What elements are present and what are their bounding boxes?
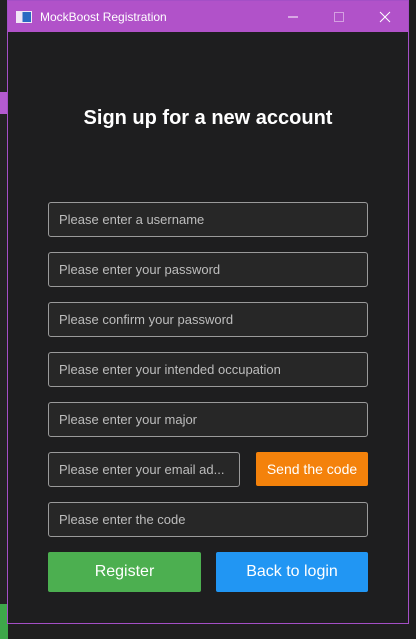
occupation-input[interactable] bbox=[48, 352, 368, 387]
send-code-button[interactable]: Send the code bbox=[256, 452, 368, 486]
close-icon bbox=[379, 11, 391, 22]
window-controls bbox=[270, 1, 408, 32]
confirm-password-input[interactable] bbox=[48, 302, 368, 337]
close-button[interactable] bbox=[362, 1, 408, 32]
username-input[interactable] bbox=[48, 202, 368, 237]
form-content: Sign up for a new account Send the code … bbox=[8, 32, 408, 623]
major-input[interactable] bbox=[48, 402, 368, 437]
password-input[interactable] bbox=[48, 252, 368, 287]
maximize-icon bbox=[334, 11, 344, 22]
verification-code-input[interactable] bbox=[48, 502, 368, 537]
register-button[interactable]: Register bbox=[48, 552, 201, 592]
app-icon bbox=[16, 10, 32, 23]
minimize-icon bbox=[288, 16, 298, 17]
minimize-button[interactable] bbox=[270, 1, 316, 32]
page-title: Sign up for a new account bbox=[83, 107, 333, 129]
maximize-button[interactable] bbox=[316, 1, 362, 32]
title-bar[interactable]: MockBoost Registration bbox=[8, 1, 408, 32]
registration-window: MockBoost Registration Sign up for a new… bbox=[7, 0, 409, 624]
email-input[interactable] bbox=[48, 452, 240, 487]
back-to-login-button[interactable]: Back to login bbox=[216, 552, 368, 592]
window-title: MockBoost Registration bbox=[40, 9, 167, 24]
